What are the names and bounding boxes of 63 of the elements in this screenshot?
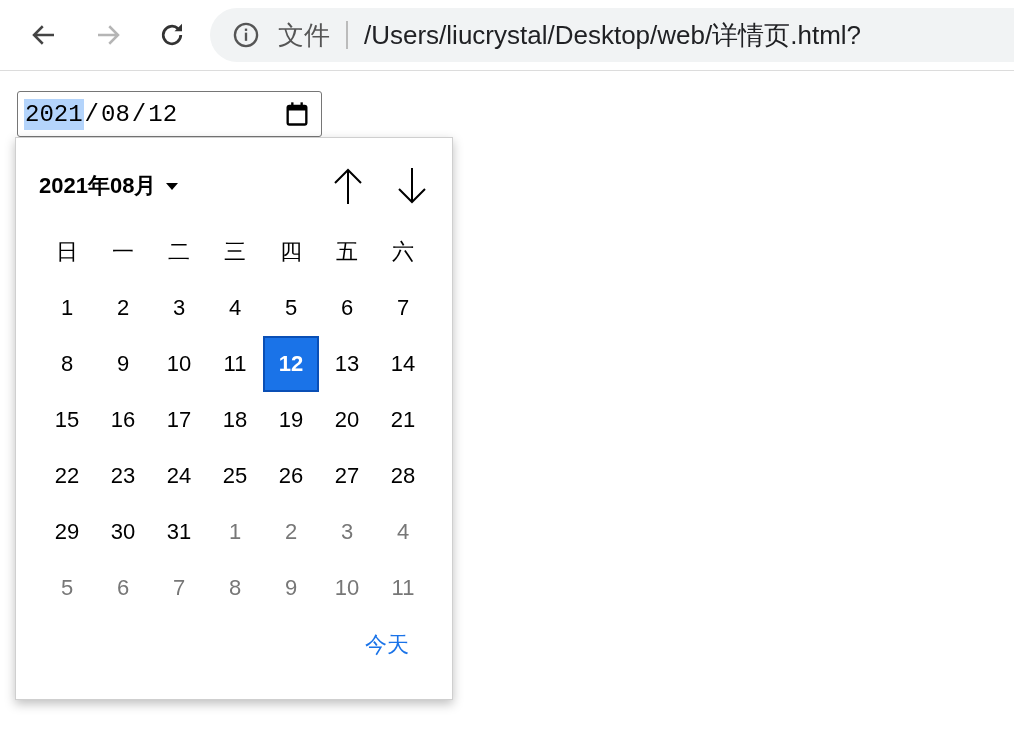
scheme-label: 文件 — [278, 18, 330, 52]
down-arrow-icon — [397, 168, 427, 204]
day-cell[interactable]: 14 — [375, 336, 431, 392]
day-cell[interactable]: 7 — [151, 560, 207, 616]
month-year-dropdown[interactable]: 2021年08月 — [39, 171, 179, 201]
day-cell[interactable]: 3 — [319, 504, 375, 560]
address-bar[interactable]: 文件 /Users/liucrystal/Desktop/web/详情页.html? — [210, 8, 1014, 62]
day-cell[interactable]: 25 — [207, 448, 263, 504]
weekday-header: 日 — [55, 238, 79, 266]
date-segment[interactable]: 12 — [147, 98, 179, 130]
day-cell[interactable]: 1 — [39, 280, 95, 336]
day-cell[interactable]: 8 — [39, 336, 95, 392]
weekday-header: 三 — [223, 238, 247, 266]
day-cell[interactable]: 7 — [375, 280, 431, 336]
weekday-header: 一 — [111, 238, 135, 266]
day-cell[interactable]: 10 — [151, 336, 207, 392]
weekday-header: 二 — [167, 238, 191, 266]
day-cell[interactable]: 11 — [375, 560, 431, 616]
day-cell[interactable]: 24 — [151, 448, 207, 504]
day-cell[interactable]: 4 — [207, 280, 263, 336]
day-cell[interactable]: 1 — [207, 504, 263, 560]
date-segment[interactable]: 08 — [100, 98, 131, 130]
day-cell[interactable]: 10 — [319, 560, 375, 616]
date-segment[interactable]: 2021 — [24, 98, 84, 130]
day-cell[interactable]: 19 — [263, 392, 319, 448]
day-cell[interactable]: 8 — [207, 560, 263, 616]
day-cell[interactable]: 31 — [151, 504, 207, 560]
day-cell[interactable]: 3 — [151, 280, 207, 336]
day-cell[interactable]: 23 — [95, 448, 151, 504]
day-cell[interactable]: 27 — [319, 448, 375, 504]
day-cell[interactable]: 17 — [151, 392, 207, 448]
next-month-button[interactable] — [395, 166, 429, 206]
day-cell[interactable]: 2 — [263, 504, 319, 560]
day-cell[interactable]: 2 — [95, 280, 151, 336]
date-separator: / — [130, 99, 148, 130]
info-icon — [232, 21, 260, 49]
day-cell[interactable]: 20 — [319, 392, 375, 448]
day-cell[interactable]: 6 — [319, 280, 375, 336]
day-cell[interactable]: 9 — [95, 336, 151, 392]
weekday-header: 五 — [335, 238, 359, 266]
day-cell[interactable]: 30 — [95, 504, 151, 560]
day-cell[interactable]: 15 — [39, 392, 95, 448]
day-cell[interactable]: 5 — [263, 280, 319, 336]
today-button[interactable]: 今天 — [365, 626, 409, 664]
url-text: /Users/liucrystal/Desktop/web/详情页.html? — [364, 18, 862, 52]
day-cell[interactable]: 21 — [375, 392, 431, 448]
day-cell[interactable]: 6 — [95, 560, 151, 616]
day-cell[interactable]: 11 — [207, 336, 263, 392]
day-cell[interactable]: 4 — [375, 504, 431, 560]
up-arrow-icon — [333, 168, 363, 204]
weekday-header: 六 — [391, 238, 415, 266]
day-cell[interactable]: 18 — [207, 392, 263, 448]
day-cell[interactable]: 29 — [39, 504, 95, 560]
weekday-header: 四 — [279, 238, 303, 266]
date-separator: / — [83, 99, 100, 130]
day-cell[interactable]: 9 — [263, 560, 319, 616]
day-cell[interactable]: 26 — [263, 448, 319, 504]
day-cell[interactable]: 12 — [263, 336, 319, 392]
day-cell[interactable]: 16 — [95, 392, 151, 448]
day-cell[interactable]: 22 — [39, 448, 95, 504]
day-cell[interactable]: 13 — [319, 336, 375, 392]
day-cell[interactable]: 5 — [39, 560, 95, 616]
day-cell[interactable]: 28 — [375, 448, 431, 504]
